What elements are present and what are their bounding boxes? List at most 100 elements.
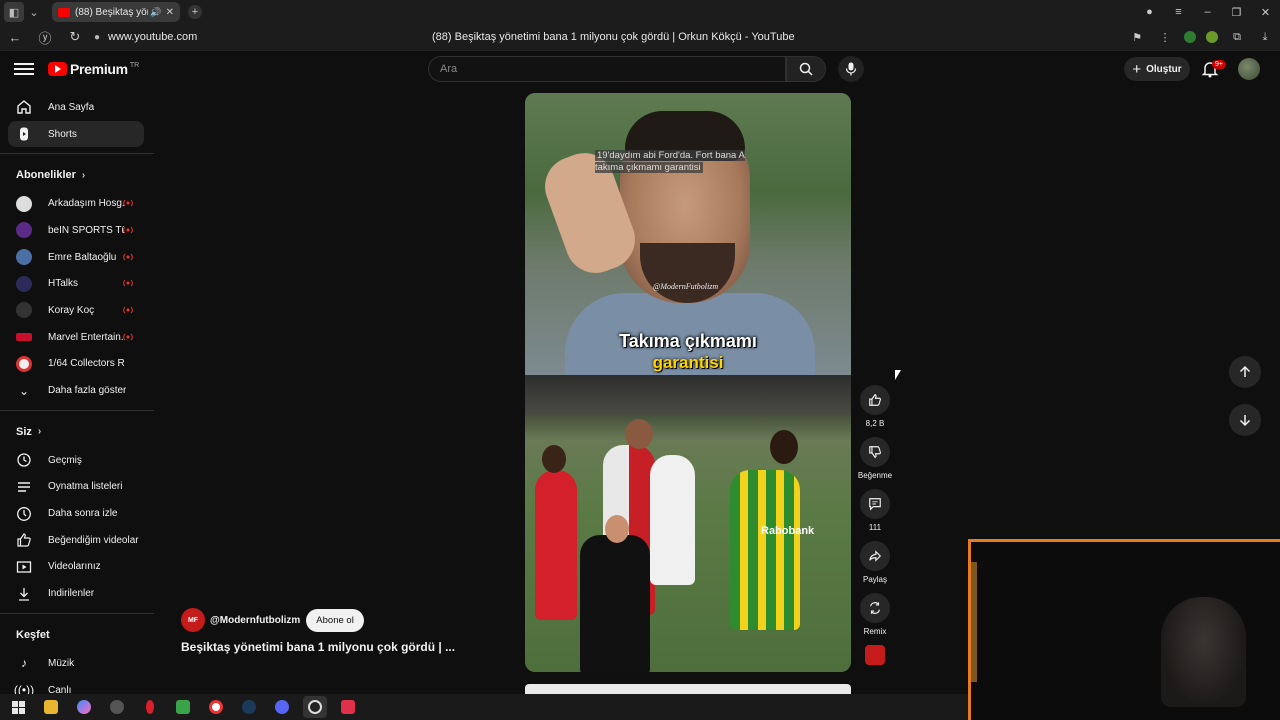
- you-header[interactable]: Siz ›: [0, 417, 154, 447]
- sidebar-item-music[interactable]: ♪ Müzik: [0, 650, 154, 677]
- discord-icon[interactable]: [270, 696, 294, 718]
- browser-menu-icon[interactable]: ≡: [1164, 6, 1193, 18]
- address-bar: ← ⓨ ↻ ● www.youtube.com (88) Beşiktaş yö…: [0, 24, 1280, 51]
- video-subtitle-line1: Takıma çıkmamı: [619, 331, 757, 351]
- create-button[interactable]: + Oluştur: [1124, 57, 1190, 81]
- shirt-sponsor-text: Rabobank: [761, 525, 815, 537]
- url-field[interactable]: www.youtube.com: [108, 31, 197, 43]
- obs-icon[interactable]: [303, 696, 327, 718]
- sidebar-item-your-videos[interactable]: Videolarınız: [0, 554, 154, 581]
- browser-tab-bar: ◧ ⌄ (88) Beşiktaş yöneti 🔊 ✕ + ● ≡ – ❐ ✕: [0, 0, 1280, 24]
- sidebar-subscription[interactable]: beIN SPORTS Tü...: [0, 217, 154, 244]
- channel-avatar: [16, 355, 32, 372]
- remix-icon: [870, 602, 880, 614]
- windows-start-icon[interactable]: [6, 696, 30, 718]
- file-explorer-icon[interactable]: [39, 696, 63, 718]
- search-button[interactable]: [786, 56, 826, 82]
- sidebar-subscription[interactable]: Arkadaşım Hosg...: [0, 190, 154, 217]
- show-more-button[interactable]: ⌄ Daha fazla göster: [0, 377, 154, 404]
- voice-search-button[interactable]: [838, 56, 864, 82]
- close-tab-icon[interactable]: ✕: [166, 7, 174, 18]
- app-icon[interactable]: [105, 696, 129, 718]
- sidebar-item-shorts[interactable]: Shorts: [8, 120, 144, 148]
- sidebar-item-downloads[interactable]: İndirilenler: [0, 580, 154, 607]
- collections-icon[interactable]: ⧉: [1228, 28, 1246, 46]
- tab-list-chevron-icon[interactable]: ⌄: [24, 2, 44, 22]
- mouse-cursor: [895, 370, 904, 380]
- sidebar-item-playlists[interactable]: Oynatma listeleri: [0, 474, 154, 501]
- reload-button[interactable]: ↻: [60, 29, 90, 45]
- video-frame-bottom: Rabobank: [525, 375, 851, 672]
- dislike-button[interactable]: [860, 437, 890, 467]
- search-input[interactable]: Ara: [428, 56, 786, 82]
- downloads-icon[interactable]: ⤓: [1256, 28, 1274, 46]
- sidebar-item-history[interactable]: Geçmiş: [0, 447, 154, 474]
- like-count: 8,2 B: [865, 419, 885, 428]
- video-subtitle-line2: garantisi: [652, 353, 724, 372]
- sidebar-subscription[interactable]: Emre Baltaoğlu: [0, 244, 154, 271]
- create-label: Oluştur: [1146, 63, 1182, 75]
- extension-icon[interactable]: [1206, 31, 1218, 43]
- app-red-icon[interactable]: [336, 696, 360, 718]
- sidebar-item-label: Oynatma listeleri: [48, 481, 123, 493]
- bookmark-icon[interactable]: ⚑: [1128, 28, 1146, 46]
- lock-icon[interactable]: ●: [94, 32, 106, 43]
- account-icon[interactable]: ●: [1135, 6, 1164, 18]
- share-button[interactable]: [860, 541, 890, 571]
- minimize-button[interactable]: –: [1193, 6, 1222, 18]
- yandex-browser-icon[interactable]: [204, 696, 228, 718]
- next-short-button[interactable]: [1229, 404, 1261, 436]
- like-button[interactable]: [860, 385, 890, 415]
- logo-text: Premium: [70, 61, 128, 77]
- speaker-icon[interactable]: 🔊: [150, 7, 161, 18]
- youtube-premium-logo[interactable]: Premium TR: [48, 61, 139, 77]
- channel-name[interactable]: @Modernfutbolizm: [210, 615, 300, 626]
- sidebar-item-watch-later[interactable]: Daha sonra izle: [0, 500, 154, 527]
- your-videos-icon: [16, 559, 32, 575]
- tab-title: (88) Beşiktaş yöneti: [75, 6, 148, 18]
- more-options-icon[interactable]: ⋮: [1156, 28, 1174, 46]
- channel-avatar: [16, 249, 32, 266]
- account-avatar[interactable]: [1238, 58, 1260, 80]
- page-title: (88) Beşiktaş yönetimi bana 1 milyonu ço…: [432, 31, 795, 43]
- windows-taskbar: [0, 694, 968, 720]
- sidebar-item-liked[interactable]: Beğendiğim videolar: [0, 527, 154, 554]
- previous-short-button[interactable]: [1229, 356, 1261, 388]
- yandex-icon[interactable]: ⓨ: [30, 28, 60, 47]
- sidebar-item-home[interactable]: Ana Sayfa: [0, 94, 154, 121]
- channel-avatar[interactable]: MF: [181, 608, 205, 632]
- comments-button[interactable]: [860, 489, 890, 519]
- video-title[interactable]: Beşiktaş yönetimi bana 1 milyonu çok gör…: [181, 640, 455, 654]
- subscribe-button[interactable]: Abone ol: [306, 608, 364, 632]
- browser-tab[interactable]: (88) Beşiktaş yöneti 🔊 ✕: [52, 2, 180, 22]
- sound-channel-icon[interactable]: [865, 645, 885, 665]
- sidebar-subscription[interactable]: HTalks: [0, 270, 154, 297]
- sidebar-toggle-icon[interactable]: ◧: [4, 2, 24, 22]
- sidebar-subscription[interactable]: Koray Koç: [0, 297, 154, 324]
- shorts-video-player[interactable]: 19'daydım abi Ford'da. Fort bana A takım…: [525, 93, 851, 672]
- dislike-label: Beğenme: [857, 471, 893, 480]
- plus-icon: +: [1132, 60, 1142, 78]
- subscriptions-header[interactable]: Abonelikler ›: [0, 160, 154, 190]
- extension-icon[interactable]: [1184, 31, 1196, 43]
- close-window-button[interactable]: ✕: [1251, 6, 1280, 19]
- webcam-overlay: [968, 539, 1280, 720]
- store-icon[interactable]: [171, 696, 195, 718]
- new-tab-button[interactable]: +: [188, 5, 202, 19]
- caption-text: 19'daydım abi Ford'da. Fort bana A takım…: [595, 150, 745, 173]
- sidebar-subscription[interactable]: 1/64 Collectors Ro...: [0, 351, 154, 378]
- divider: [0, 153, 154, 155]
- restore-button[interactable]: ❐: [1222, 6, 1251, 19]
- copilot-icon[interactable]: [72, 696, 96, 718]
- hamburger-menu-icon[interactable]: [14, 60, 34, 78]
- shorts-icon: [16, 126, 32, 142]
- sidebar-subscription[interactable]: Marvel Entertain...: [0, 324, 154, 351]
- live-icon: [123, 200, 133, 207]
- sidebar-item-label: Geçmiş: [48, 454, 82, 466]
- back-button[interactable]: ←: [0, 30, 30, 45]
- opera-icon[interactable]: [138, 696, 162, 718]
- share-icon: [869, 550, 882, 562]
- comment-icon: [869, 498, 881, 511]
- remix-button[interactable]: [860, 593, 890, 623]
- steam-icon[interactable]: [237, 696, 261, 718]
